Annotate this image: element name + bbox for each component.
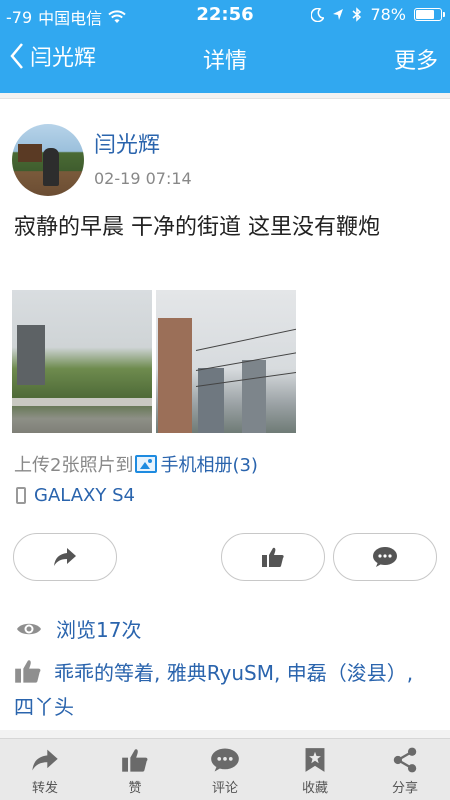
battery-fill [416,10,434,19]
post-content: 寂静的早晨 干净的街道 这里没有鞭炮 [14,215,380,240]
album-link[interactable]: 手机相册(3) [135,451,258,477]
battery-icon [414,8,445,21]
tab-favorite[interactable]: 收藏 [270,739,360,800]
location-arrow-icon [333,9,344,20]
top-bar: -79 中国电信 22:56 78% 闫光辉 详情 更多 [0,0,450,93]
back-button[interactable]: 闫光辉 [10,40,96,72]
views-row: 浏览17次 [0,608,450,652]
post-card: 闫光辉 02-19 07:14 寂静的早晨 干净的街道 这里没有鞭炮 上传2张照… [0,98,450,608]
avatar[interactable] [12,124,84,196]
forward-arrow-icon [54,548,76,566]
author-name[interactable]: 闫光辉 [94,127,160,159]
forward-icon [32,749,58,771]
upload-text: 上传2张照片到 [14,455,134,476]
thumbs-up-icon [262,547,284,567]
upload-info: 上传2张照片到 手机相册(3) [14,451,258,477]
comment-bubble-icon [373,547,397,567]
navigation-bar: 闫光辉 详情 更多 [0,30,450,85]
back-label: 闫光辉 [30,46,97,71]
photo-thumbnail-2[interactable] [156,290,296,433]
chevron-left-icon [10,43,23,69]
likers-row: 乖乖的等着, 雅典RyuSM, 申磊（浚县）, 四丫头 [0,652,450,730]
tab-label: 收藏 [301,781,328,796]
view-count: 浏览17次 [56,618,142,642]
bluetooth-icon [352,7,362,22]
tab-label: 分享 [391,781,418,796]
like-button[interactable] [221,533,325,581]
phone-icon [16,487,26,504]
device-name: GALAXY S4 [34,485,135,506]
status-bar: -79 中国电信 22:56 78% [0,0,450,30]
liker-names[interactable]: 乖乖的等着, 雅典RyuSM, 申磊（浚县）, 四丫头 [14,656,434,724]
more-button[interactable]: 更多 [394,43,438,75]
tab-comment[interactable]: 评论 [180,739,270,800]
picture-icon [135,455,158,473]
bottom-tab-bar: 转发 赞 评论 收藏 分享 [0,738,450,800]
post-time: 02-19 07:14 [94,169,192,188]
comment-icon [211,748,239,772]
tab-forward[interactable]: 转发 [0,739,90,800]
moon-icon [311,7,325,22]
tab-label: 转发 [31,781,58,796]
tab-share[interactable]: 分享 [360,739,450,800]
photo-thumbnail-1[interactable] [12,290,152,433]
forward-button[interactable] [13,533,117,581]
thumbs-up-icon [122,749,148,772]
battery-percent: 78% [370,5,406,24]
share-icon [393,747,417,773]
tab-label: 评论 [211,781,238,796]
divider [0,730,450,738]
album-label: 手机相册(3) [160,455,258,476]
bookmark-icon [305,748,325,772]
comment-button[interactable] [333,533,437,581]
tab-label: 赞 [128,781,142,796]
tab-like[interactable]: 赞 [90,739,180,800]
device-info[interactable]: GALAXY S4 [16,485,135,506]
eye-icon [17,623,41,634]
